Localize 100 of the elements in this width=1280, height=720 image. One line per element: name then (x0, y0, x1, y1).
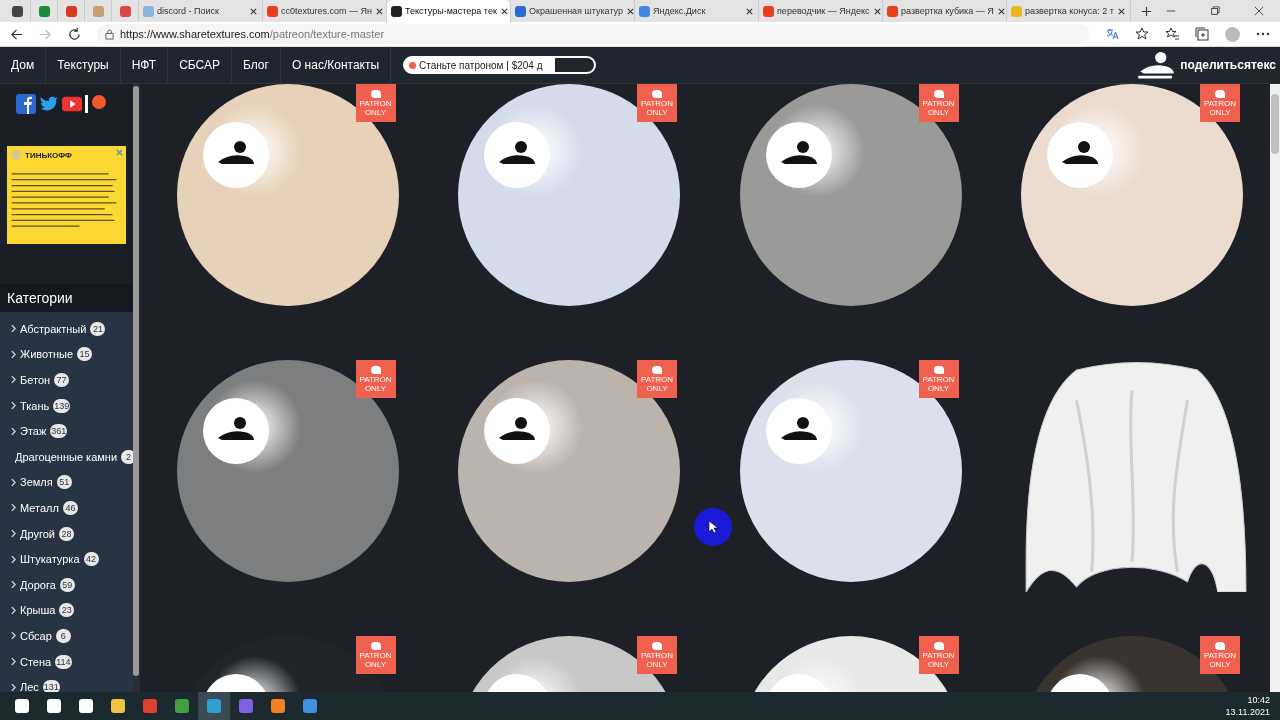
close-icon[interactable] (1117, 6, 1126, 16)
close-icon[interactable] (499, 6, 509, 16)
close-icon[interactable] (375, 6, 384, 16)
close-icon[interactable] (626, 6, 635, 16)
tab-favicon-icon (92, 5, 104, 17)
clock-date: 13.11.2021 (1225, 706, 1270, 718)
nav-link[interactable]: СБСАР (168, 47, 232, 83)
chevron-right-icon (11, 324, 16, 334)
address-field[interactable]: https://www.sharetextures.com/patreon/texture-master (97, 24, 1089, 44)
chevron-right-icon (11, 401, 16, 411)
count-badge: 361 (50, 424, 68, 439)
count-badge: 42 (83, 552, 99, 567)
tab-favicon-icon (38, 5, 50, 17)
clock-time: 10:42 (1247, 694, 1270, 706)
category-link[interactable]: Ткань (20, 399, 50, 412)
patron-dot-icon (409, 61, 417, 69)
count-badge: 21 (90, 321, 106, 336)
count-badge: 23 (59, 603, 75, 618)
chevron-right-icon (11, 631, 16, 641)
category-link[interactable]: Крыша (20, 604, 56, 617)
nav-link[interactable]: О нас/Контакты (280, 47, 392, 83)
count-badge: 28 (59, 526, 74, 541)
tab-favicon-icon (65, 5, 77, 17)
patron-button[interactable]: Станьте патроном | $204 д (403, 56, 597, 74)
tab-favicon-icon (1011, 5, 1022, 17)
patron-only-badge: PATRON ONLY (637, 84, 677, 122)
count-badge: 114 (55, 654, 72, 669)
category-link[interactable]: Бетон (20, 374, 51, 386)
count-badge: 46 (62, 500, 78, 515)
collections-icon[interactable] (1195, 27, 1209, 41)
emblem-icon (11, 150, 21, 160)
count-badge: 131 (42, 680, 60, 692)
tab-favicon-icon (11, 5, 23, 17)
close-icon[interactable] (996, 6, 1006, 16)
facebook-icon[interactable] (16, 94, 36, 114)
category-link[interactable]: Стена (20, 655, 52, 668)
category-link[interactable]: Штукатурка (20, 553, 80, 566)
back-icon[interactable] (10, 27, 23, 41)
chevron-right-icon (11, 529, 16, 539)
count-badge: 15 (77, 347, 93, 362)
scrollbar-thumb[interactable] (133, 86, 139, 676)
restore-icon[interactable] (1210, 6, 1220, 16)
chevron-right-icon (11, 477, 16, 487)
count-badge: 6 (55, 628, 71, 643)
tab-favicon-icon (143, 5, 154, 17)
video-play-icon[interactable] (62, 94, 82, 114)
translate-icon[interactable] (1105, 27, 1119, 41)
favorite-star-icon[interactable] (1135, 27, 1149, 41)
sphere-emblem-drawing (202, 398, 269, 464)
category-link[interactable]: Земля (20, 476, 53, 489)
hand-logo-icon (1138, 51, 1177, 79)
chevron-right-icon (11, 426, 16, 436)
advertisement-banner[interactable]: ТИНЬКОФФ (7, 146, 126, 244)
patron-only-badge: PATRON ONLY (637, 360, 677, 398)
logo-text[interactable]: поделитьсятекс (1180, 58, 1276, 72)
category-link[interactable]: Сбсар (20, 629, 52, 642)
count-badge: 51 (56, 475, 72, 490)
sphere-emblem-drawing (765, 122, 832, 188)
category-link[interactable]: Этаж (20, 425, 47, 438)
close-icon[interactable] (249, 6, 258, 16)
category-link[interactable]: Драгоценные камни (15, 450, 118, 463)
close-icon[interactable] (872, 6, 882, 16)
patron-only-badge: PATRON ONLY (355, 636, 396, 674)
tab-favicon-icon (267, 5, 278, 17)
favorites-icon[interactable] (1165, 27, 1179, 41)
patron-only-badge: PATRON ONLY (355, 360, 396, 398)
chevron-right-icon (11, 375, 16, 385)
chevron-right-icon (11, 682, 16, 692)
patron-only-badge: PATRON ONLY (637, 636, 677, 674)
reload-icon[interactable] (68, 27, 81, 41)
close-icon[interactable] (745, 6, 754, 16)
cursor-icon (708, 520, 718, 534)
category-link[interactable]: Другой (20, 527, 55, 540)
sphere-emblem-drawing (484, 398, 551, 464)
chevron-right-icon (11, 503, 16, 513)
category-link[interactable]: Дорога (20, 578, 56, 591)
tab-favicon-icon (119, 5, 131, 17)
patron-only-badge: PATRON ONLY (918, 84, 959, 122)
scrollbar-thumb[interactable] (1271, 94, 1279, 154)
patron-only-badge: PATRON ONLY (918, 636, 959, 674)
close-icon[interactable] (1254, 6, 1264, 16)
chevron-right-icon (11, 349, 16, 359)
nav-link[interactable]: Текстуры (46, 47, 121, 83)
chevron-right-icon (11, 605, 16, 615)
nav-link[interactable]: НФТ (120, 47, 169, 83)
tab-favicon-icon (887, 5, 898, 17)
new-tab-icon[interactable] (1141, 5, 1152, 17)
lock-icon (105, 28, 114, 40)
category-link[interactable]: Металл (20, 501, 59, 514)
patreon-logo-icon[interactable] (85, 94, 107, 114)
tab-favicon-icon (763, 5, 774, 17)
nav-link[interactable]: Блог (232, 47, 281, 83)
category-link[interactable]: Лес (20, 681, 39, 692)
count-badge: 77 (54, 373, 70, 387)
count-badge: 59 (59, 577, 75, 592)
category-link[interactable]: Животные (20, 348, 74, 361)
patron-only-badge: PATRON ONLY (355, 84, 396, 122)
browser-tab[interactable]: Текстуры-мастера тек (387, 0, 511, 22)
nav-link[interactable]: Дом (0, 47, 47, 83)
category-link[interactable]: Абстрактный (20, 322, 87, 335)
